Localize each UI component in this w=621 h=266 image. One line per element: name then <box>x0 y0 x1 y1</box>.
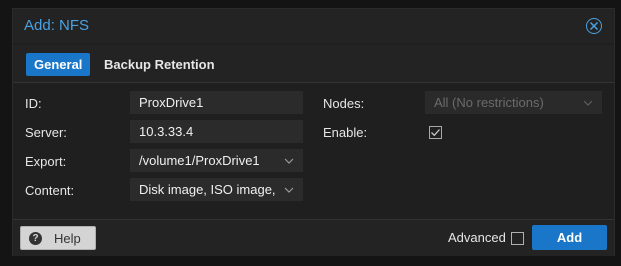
chevron-down-icon <box>284 158 294 164</box>
server-field[interactable]: 10.3.33.4 <box>130 120 303 143</box>
export-select[interactable]: /volume1/ProxDrive1 <box>130 149 303 172</box>
form-content: ID: ProxDrive1 Server: 10.3.33.4 Export:… <box>13 85 614 219</box>
add-nfs-dialog: Add: NFS General Backup Retention ID: Pr… <box>12 8 615 256</box>
content-label: Content: <box>25 183 75 198</box>
id-label: ID: <box>25 96 42 111</box>
close-icon[interactable] <box>586 18 602 34</box>
dialog-title: Add: NFS <box>24 17 90 34</box>
chevron-down-icon <box>583 100 593 106</box>
content-select-value: Disk image, ISO image, <box>139 182 276 197</box>
nodes-label: Nodes: <box>323 96 365 111</box>
tab-bar: General Backup Retention <box>13 45 614 83</box>
dialog-titlebar[interactable]: Add: NFS <box>13 9 614 43</box>
export-label: Export: <box>25 154 67 169</box>
id-field-value: ProxDrive1 <box>139 95 204 110</box>
chevron-down-icon <box>284 187 294 193</box>
server-label: Server: <box>25 125 67 140</box>
advanced-label: Advanced <box>448 230 506 245</box>
advanced-checkbox[interactable] <box>511 232 524 245</box>
enable-checkbox[interactable] <box>429 126 442 139</box>
help-button[interactable]: ? Help <box>20 226 96 250</box>
help-button-label: Help <box>54 231 81 246</box>
dialog-footer: ? Help Advanced Add <box>13 219 614 256</box>
enable-label: Enable: <box>323 125 368 140</box>
nodes-select[interactable]: All (No restrictions) <box>425 91 602 114</box>
question-circle-icon: ? <box>29 232 42 245</box>
add-button[interactable]: Add <box>532 225 607 250</box>
tab-backup-retention[interactable]: Backup Retention <box>96 53 223 76</box>
id-field[interactable]: ProxDrive1 <box>130 91 303 114</box>
export-select-value: /volume1/ProxDrive1 <box>139 153 260 168</box>
checkmark-icon <box>431 129 440 137</box>
nodes-select-value: All (No restrictions) <box>434 95 544 110</box>
content-select[interactable]: Disk image, ISO image, <box>130 178 303 201</box>
server-field-value: 10.3.33.4 <box>139 124 194 139</box>
tab-general[interactable]: General <box>26 53 91 76</box>
